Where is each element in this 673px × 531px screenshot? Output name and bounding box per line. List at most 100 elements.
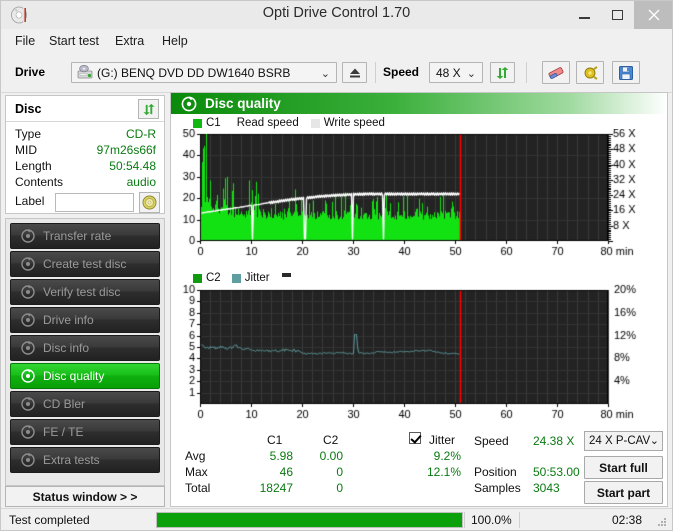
eraser-icon bbox=[548, 66, 564, 79]
status-window-button[interactable]: Status window > > bbox=[5, 486, 165, 507]
cd-disc-icon bbox=[142, 195, 157, 210]
stats-header-c1: C1 bbox=[267, 433, 283, 447]
c1-read-write-chart[interactable] bbox=[171, 129, 667, 269]
disc-row-type: Type CD-R bbox=[6, 127, 164, 144]
sidebar-label-verify-test-disc: Verify test disc bbox=[43, 285, 121, 299]
drive-icon bbox=[77, 64, 93, 83]
stats-total-c2: 0 bbox=[336, 481, 343, 495]
sidebar-label-drive-info: Drive info bbox=[43, 313, 94, 327]
progress-percent-label: 100.0% bbox=[471, 513, 512, 527]
sidebar-item-fe-te[interactable]: FE / TE bbox=[10, 419, 160, 445]
title-bar: Opti Drive Control 1.70 bbox=[0, 0, 673, 29]
sidebar-item-cd-bler[interactable]: CD Bler bbox=[10, 391, 160, 417]
disc-row-label: Label bbox=[6, 192, 164, 213]
disc-icon bbox=[17, 229, 39, 243]
sidebar-item-extra-tests[interactable]: Extra tests bbox=[10, 447, 160, 473]
status-text: Test completed bbox=[9, 513, 90, 527]
stats-max-c2: 0 bbox=[336, 465, 343, 479]
disc-panel-header: Disc bbox=[6, 96, 164, 122]
progress-bar-fill bbox=[157, 513, 462, 527]
menu-item-extra[interactable]: Extra bbox=[111, 33, 148, 49]
sidebar-label-create-test-disc: Create test disc bbox=[43, 257, 127, 271]
menu-item-help[interactable]: Help bbox=[158, 33, 192, 49]
disc-icon bbox=[17, 425, 39, 439]
drive-info-icon bbox=[17, 313, 39, 327]
legend-label-jitter: Jitter bbox=[244, 272, 270, 284]
stats-avg-c1: 5.98 bbox=[269, 449, 293, 463]
sidebar-item-transfer-rate[interactable]: Transfer rate bbox=[10, 223, 160, 249]
stats-row-label-avg: Avg bbox=[185, 449, 206, 463]
status-bar: Test completed 100.0% 02:38 bbox=[1, 508, 672, 531]
stats-row-label-total: Total bbox=[185, 481, 211, 495]
start-part-button[interactable]: Start part bbox=[584, 481, 663, 504]
disc-panel-title: Disc bbox=[15, 102, 42, 116]
sidebar-label-disc-quality: Disc quality bbox=[43, 369, 105, 383]
maximize-icon bbox=[612, 9, 623, 20]
jitter-checkbox[interactable] bbox=[409, 432, 421, 447]
refresh-arrows-icon bbox=[496, 66, 509, 79]
menu-item-file[interactable]: File bbox=[11, 33, 39, 49]
test-speed-select[interactable]: 24 X P-CAV ⌄ bbox=[584, 431, 663, 451]
progress-bar bbox=[156, 512, 463, 528]
sidebar-label-fe-te: FE / TE bbox=[43, 425, 84, 439]
erase-button[interactable] bbox=[542, 61, 570, 84]
close-button[interactable] bbox=[634, 0, 673, 29]
speed-select-value: 48 X bbox=[436, 65, 461, 80]
stats-row-label-max: Max bbox=[185, 465, 208, 479]
drive-select[interactable]: (G:) BENQ DVD DD DW1640 BSRB ⌄ bbox=[71, 62, 337, 83]
menu-item-start-test[interactable]: Start test bbox=[45, 33, 103, 49]
sidebar-nav: Transfer rate Create test disc Verify te… bbox=[5, 218, 165, 486]
disc-quality-icon bbox=[17, 369, 39, 383]
application-window: Opti Drive Control 1.70 File Start test … bbox=[0, 0, 673, 531]
sidebar-item-disc-info[interactable]: Disc info bbox=[10, 335, 160, 361]
eject-icon bbox=[349, 68, 360, 77]
menu-bar: File Start test Extra Help bbox=[1, 29, 672, 52]
resize-grip-icon[interactable] bbox=[656, 516, 668, 528]
speed-select[interactable]: 48 X ⌄ bbox=[429, 62, 483, 83]
disc-label-input[interactable] bbox=[55, 193, 134, 212]
sidebar-item-disc-quality[interactable]: Disc quality bbox=[10, 363, 160, 389]
disc-quality-icon bbox=[181, 96, 197, 112]
speed-label: Speed bbox=[383, 65, 420, 79]
refresh-button[interactable] bbox=[490, 62, 515, 83]
save-button[interactable] bbox=[612, 61, 640, 84]
chart2-legend: C2 Jitter bbox=[193, 272, 291, 284]
chevron-down-icon: ⌄ bbox=[649, 435, 659, 447]
panel-header: Disc quality bbox=[171, 93, 667, 114]
minimize-icon bbox=[579, 16, 590, 19]
legend-swatch-marker bbox=[281, 273, 291, 277]
start-full-button[interactable]: Start full bbox=[584, 456, 663, 479]
chevron-down-icon: ⌄ bbox=[466, 68, 476, 80]
disc-icon bbox=[17, 453, 39, 467]
info-label-position: Position bbox=[474, 465, 517, 479]
disc-row-length: Length 50:54.48 bbox=[6, 159, 164, 176]
sidebar-label-transfer-rate: Transfer rate bbox=[43, 229, 112, 243]
sidebar-item-verify-test-disc[interactable]: Verify test disc bbox=[10, 279, 160, 305]
eject-button[interactable] bbox=[342, 62, 367, 83]
disc-key-label: Label bbox=[15, 194, 45, 208]
sidebar-label-extra-tests: Extra tests bbox=[43, 453, 100, 467]
close-icon bbox=[648, 9, 659, 20]
c2-jitter-chart[interactable] bbox=[171, 284, 667, 429]
sidebar-item-drive-info[interactable]: Drive info bbox=[10, 307, 160, 333]
disc-key-contents: Contents bbox=[15, 175, 64, 189]
disc-key-length: Length bbox=[15, 159, 52, 173]
sidebar-label-disc-info: Disc info bbox=[43, 341, 90, 355]
sidebar-item-create-test-disc[interactable]: Create test disc bbox=[10, 251, 160, 277]
stats-total-c1: 18247 bbox=[259, 481, 293, 495]
settings-button[interactable] bbox=[576, 61, 604, 84]
disc-label-refresh-button[interactable] bbox=[139, 192, 160, 213]
disc-key-mid: MID bbox=[15, 143, 37, 157]
disc-write-icon bbox=[17, 257, 39, 271]
info-value-samples: 3043 bbox=[533, 481, 560, 495]
test-speed-value: 24 X P-CAV bbox=[589, 435, 651, 447]
minimize-button[interactable] bbox=[568, 0, 601, 29]
info-label-speed: Speed bbox=[474, 434, 509, 448]
disc-refresh-button[interactable] bbox=[138, 99, 159, 119]
disc-value-mid: 97m26s66f bbox=[96, 143, 156, 157]
stats-header-c2: C2 bbox=[323, 433, 339, 447]
plug-icon bbox=[584, 65, 598, 80]
info-value-speed: 24.38 X bbox=[533, 434, 575, 448]
drive-select-value: (G:) BENQ DVD DD DW1640 BSRB bbox=[97, 65, 291, 80]
maximize-button[interactable] bbox=[601, 0, 634, 29]
